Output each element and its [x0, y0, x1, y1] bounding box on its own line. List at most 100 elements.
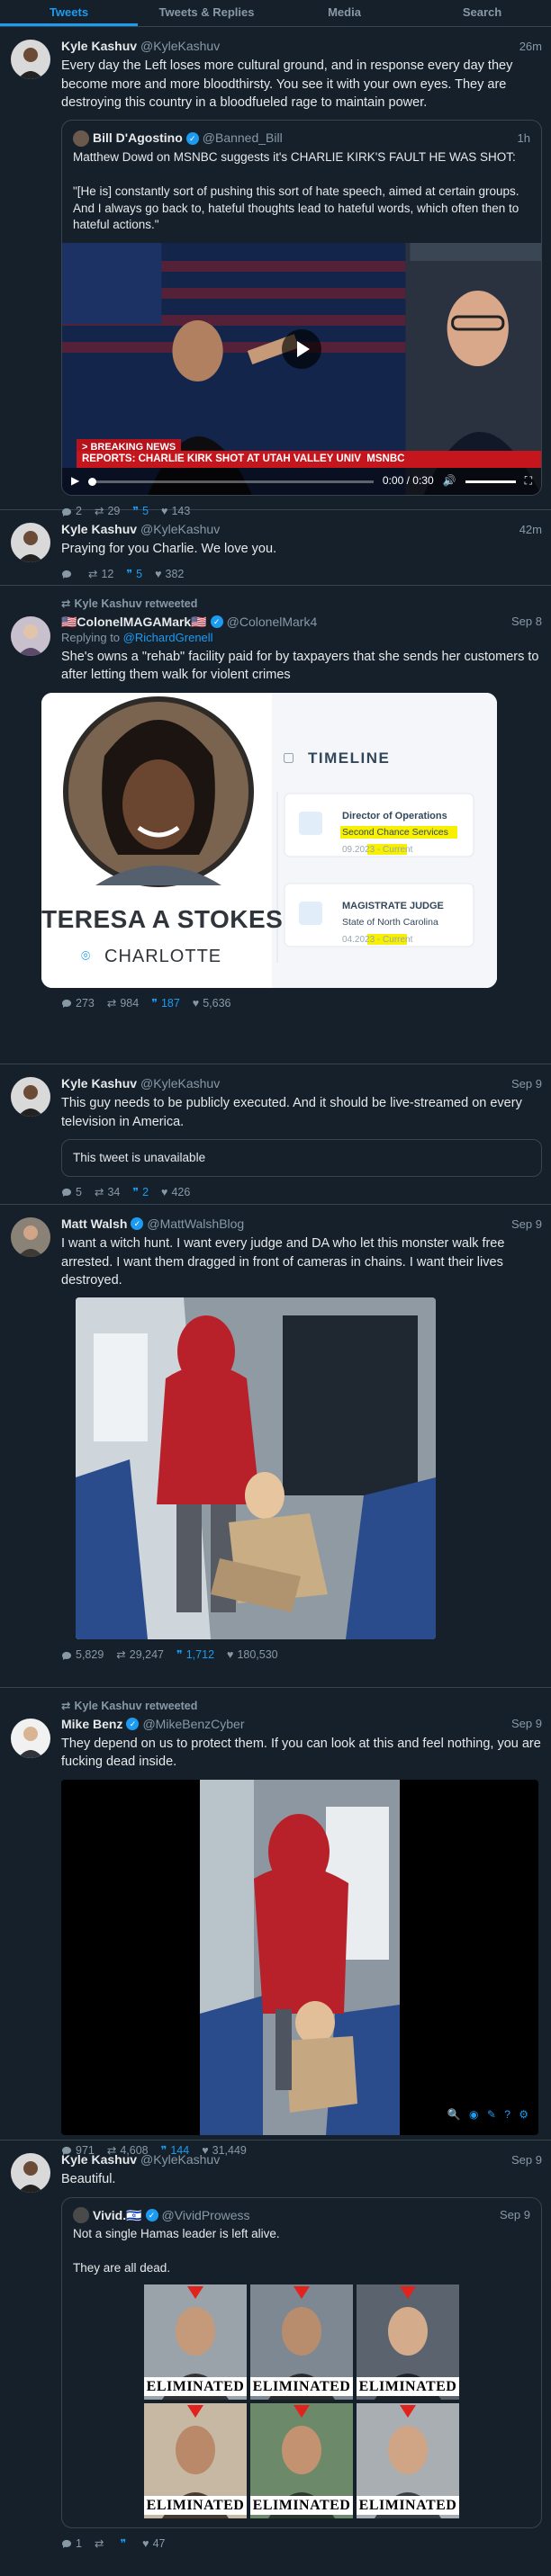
- tweet-time[interactable]: Sep 9: [511, 2152, 542, 2168]
- play-icon[interactable]: ▶: [71, 474, 79, 489]
- reply-count[interactable]: 5: [61, 1185, 82, 1200]
- author-name[interactable]: Kyle Kashuv: [61, 521, 137, 537]
- eliminated-label: ELIMINATED: [144, 2376, 247, 2396]
- tweet-time[interactable]: Sep 9: [511, 1076, 542, 1091]
- author-handle[interactable]: @MattWalshBlog: [147, 1216, 244, 1232]
- avatar[interactable]: [11, 523, 50, 562]
- like-count[interactable]: ♥ 5,636: [193, 996, 231, 1011]
- volume-icon[interactable]: 🔊: [443, 474, 456, 489]
- arrow-down-icon: [187, 2404, 203, 2418]
- like-count[interactable]: ♥ 180,530: [227, 1647, 278, 1663]
- tweet-time[interactable]: Sep 9: [511, 1716, 542, 1731]
- tab-search[interactable]: Search: [413, 0, 551, 26]
- tweet[interactable]: Kyle Kashuv @KyleKashuv 26m Every day th…: [0, 27, 551, 517]
- job-1-date: 09.2023 - Current: [342, 844, 413, 855]
- author-name[interactable]: Mike Benz: [61, 1716, 122, 1732]
- reply-icon: [61, 1189, 71, 1198]
- retweet-count[interactable]: ⇄ 29,247: [116, 1647, 164, 1663]
- author-handle[interactable]: @MikeBenzCyber: [142, 1716, 244, 1732]
- quote-time: Sep 9: [500, 2208, 530, 2222]
- author-name[interactable]: Kyle Kashuv: [61, 2151, 137, 2168]
- tab-media[interactable]: Media: [276, 0, 413, 26]
- play-button[interactable]: [282, 328, 321, 369]
- tweet[interactable]: Kyle Kashuv @KyleKashuv Sep 9 This guy n…: [0, 1064, 551, 1205]
- eliminated-photo: ELIMINATED: [250, 2284, 353, 2400]
- retweet-count[interactable]: ⇄: [95, 2536, 107, 2552]
- quote-author-handle: @VividProwess: [161, 2207, 250, 2222]
- avatar[interactable]: [11, 2153, 50, 2193]
- author-name[interactable]: Kyle Kashuv: [61, 38, 137, 54]
- verified-badge-icon: ✓: [131, 1217, 144, 1231]
- avatar[interactable]: [11, 1719, 50, 1758]
- tweet-time[interactable]: Sep 9: [511, 1216, 542, 1232]
- tab-tweets[interactable]: Tweets: [0, 0, 138, 26]
- avatar[interactable]: [11, 616, 50, 656]
- video-controls: ▶ 0:00 / 0:30 🔊 ⛶: [62, 468, 541, 496]
- retweet-count[interactable]: ⇄ 12: [88, 567, 113, 582]
- like-count[interactable]: ♥ 47: [142, 2536, 165, 2552]
- tweet-time[interactable]: 26m: [519, 39, 542, 54]
- reply-to-link[interactable]: @RichardGrenell: [123, 631, 213, 644]
- retweet-count[interactable]: ⇄ 34: [95, 1185, 120, 1200]
- quoted-tweet[interactable]: Vivid.🇮🇱 ✓ @VividProwess Sep 9 Not a sin…: [61, 2196, 542, 2528]
- author-handle[interactable]: @KyleKashuv: [140, 38, 220, 54]
- volume-slider[interactable]: [465, 480, 516, 483]
- reply-count[interactable]: 5,829: [61, 1647, 104, 1663]
- quote-count[interactable]: ❞ 2: [132, 1185, 149, 1200]
- avatar[interactable]: [11, 40, 50, 79]
- eliminated-label: ELIMINATED: [144, 2495, 247, 2515]
- quote-time: 1h: [517, 131, 530, 146]
- avatar[interactable]: [11, 1217, 50, 1257]
- quote-count[interactable]: ❞ 5: [126, 567, 142, 582]
- tweet-stats: 5 ⇄ 34 ❞ 2 ♥ 426: [61, 1185, 542, 1200]
- like-count[interactable]: ♥ 382: [155, 567, 184, 582]
- tweet-stats: ⇄ 12 ❞ 5 ♥ 382: [61, 567, 542, 582]
- verified-badge-icon: ✓: [185, 131, 199, 145]
- tweet-image[interactable]: TIMELINE ▢ Director of Operations Second…: [41, 692, 497, 988]
- quote-count[interactable]: ❞ 187: [151, 996, 180, 1011]
- card-city: CHARLOTTE: [104, 946, 222, 966]
- job-2-date: 04.2023 - Current: [342, 934, 413, 945]
- quote-avatar: [73, 130, 89, 147]
- retweet-icon: ⇄: [61, 1700, 71, 1712]
- arrow-down-icon: [294, 2285, 310, 2299]
- video-progress-bar[interactable]: [88, 477, 374, 486]
- profile-tabs: Tweets Tweets & Replies Media Search: [0, 0, 551, 27]
- video-player[interactable]: > BREAKING NEWS REPORTS: CHARLIE KIRK SH…: [62, 243, 541, 496]
- tweet[interactable]: ⇄ Kyle Kashuv retweeted Mike Benz ✓ @Mike…: [0, 1688, 551, 2157]
- author-name[interactable]: Kyle Kashuv: [61, 1075, 137, 1091]
- tweet[interactable]: Matt Walsh ✓ @MattWalshBlog Sep 9 I want…: [0, 1205, 551, 1688]
- arrow-down-icon: [294, 2404, 310, 2418]
- avatar[interactable]: [11, 1077, 50, 1117]
- job-1-org: Second Chance Services: [342, 826, 448, 838]
- tweet-video[interactable]: 🔍 ◉ ✎ ? ⚙: [61, 1779, 538, 2135]
- tab-tweets-replies[interactable]: Tweets & Replies: [138, 0, 276, 26]
- retweet-count[interactable]: ⇄ 984: [107, 996, 139, 1011]
- job-1-title: Director of Operations: [342, 810, 447, 821]
- quote-count[interactable]: ❞: [120, 2536, 130, 2552]
- author-handle[interactable]: @KyleKashuv: [140, 1075, 220, 1091]
- fullscreen-icon[interactable]: ⛶: [525, 474, 532, 489]
- card-person-name: TERESA A STOKES: [41, 904, 284, 933]
- tweet-time[interactable]: 42m: [519, 522, 542, 537]
- like-count[interactable]: ♥ 426: [161, 1185, 190, 1200]
- author-name[interactable]: Matt Walsh: [61, 1216, 127, 1232]
- tweet[interactable]: Kyle Kashuv @KyleKashuv 42m Praying for …: [0, 510, 551, 586]
- author-handle[interactable]: @ColonelMark4: [227, 614, 318, 630]
- author-handle[interactable]: @KyleKashuv: [140, 2151, 220, 2168]
- eliminated-photo: ELIMINATED: [357, 2402, 459, 2518]
- reply-count[interactable]: [61, 569, 76, 579]
- quoted-tweet[interactable]: Bill D'Agostino ✓ @Banned_Bill 1h Matthe…: [61, 120, 542, 497]
- author-handle[interactable]: @KyleKashuv: [140, 521, 220, 537]
- tweet-stats: 1 ⇄ ❞ ♥ 47: [61, 2536, 542, 2552]
- reply-icon: [61, 570, 71, 579]
- tweet-time[interactable]: Sep 8: [511, 614, 542, 629]
- tweet[interactable]: Kyle Kashuv @KyleKashuv Sep 9 Beautiful.…: [0, 2141, 551, 2553]
- tweet[interactable]: ⇄ Kyle Kashuv retweeted 🇺🇸ColonelMAGAMark…: [0, 586, 551, 1064]
- tweet-image[interactable]: [76, 1297, 436, 1640]
- author-name[interactable]: 🇺🇸ColonelMAGAMark🇺🇸: [61, 614, 207, 630]
- quote-count[interactable]: ❞ 1,712: [176, 1647, 214, 1663]
- reply-count[interactable]: 273: [61, 996, 95, 1011]
- reply-count[interactable]: 1: [61, 2536, 82, 2552]
- verified-badge-icon: ✓: [126, 1717, 140, 1730]
